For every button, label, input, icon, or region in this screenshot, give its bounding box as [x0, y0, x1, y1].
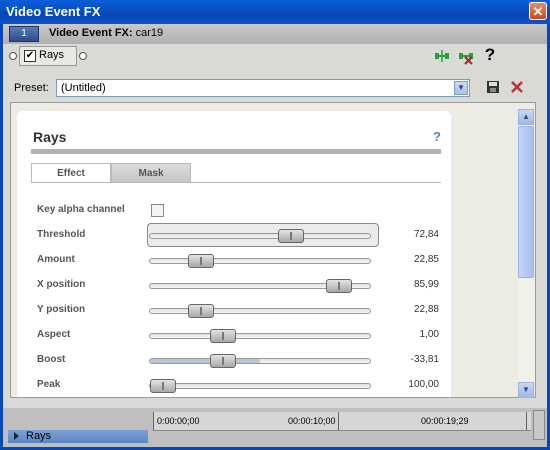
param-label: Peak: [37, 379, 61, 390]
slider-thumb[interactable]: [277, 229, 304, 243]
y-position-slider[interactable]: [149, 304, 371, 318]
param-boost: Boost -33,81: [37, 351, 447, 371]
param-value[interactable]: 1,00: [420, 329, 439, 340]
expand-triangle-icon[interactable]: [14, 432, 19, 440]
slider-thumb[interactable]: [209, 354, 236, 368]
fx-enable-checkbox[interactable]: ✔: [24, 50, 36, 62]
fx-panel-container: Rays ? Effect Mask Key alpha channel Thr…: [10, 102, 536, 398]
slider-thumb[interactable]: [326, 279, 353, 293]
param-threshold: Threshold 72,84: [37, 223, 447, 247]
key-alpha-checkbox[interactable]: [151, 204, 164, 217]
param-label: Amount: [37, 254, 75, 265]
help-icon[interactable]: ?: [481, 46, 499, 64]
fx-panel: Rays ? Effect Mask Key alpha channel Thr…: [17, 111, 451, 397]
tab-mask[interactable]: Mask: [111, 163, 191, 183]
param-amount: Amount 22,85: [37, 251, 447, 271]
param-y-position: Y position 22,88: [37, 301, 447, 321]
resize-grip-icon[interactable]: [533, 410, 545, 440]
ruler-label-end: 00:00:19;29: [421, 416, 469, 426]
vertical-scrollbar[interactable]: ▲ ▼: [518, 109, 534, 398]
timeline-track-header[interactable]: Rays: [8, 430, 148, 443]
param-label: X position: [37, 279, 86, 290]
slider-thumb[interactable]: [150, 379, 176, 393]
param-peak: Peak 100,00: [37, 376, 447, 396]
plugin-chain-icon[interactable]: [433, 47, 451, 65]
peak-slider[interactable]: [149, 379, 371, 393]
preset-label: Preset:: [14, 82, 49, 94]
param-value[interactable]: 72,84: [414, 229, 439, 240]
param-label: Y position: [37, 304, 86, 315]
panel-title: Rays: [33, 129, 67, 145]
param-label: Key alpha channel: [37, 204, 125, 215]
param-aspect: Aspect 1,00: [37, 326, 447, 346]
keyframe-timeline: Rays 0:00:00;00 00:00:10;00 00:00:19;29: [3, 408, 547, 447]
header-bar: 1 Video Event FX: car19: [3, 24, 547, 44]
preset-row: Preset: (Untitled) ▼: [10, 76, 540, 100]
header-label: Video Event FX: car19: [49, 27, 163, 39]
param-x-position: X position 85,99: [37, 276, 447, 296]
param-value[interactable]: -33,81: [411, 354, 439, 365]
event-number-button[interactable]: 1: [9, 26, 39, 42]
header-label-name: car19: [132, 27, 164, 39]
slider-thumb[interactable]: [187, 304, 214, 318]
fx-chain-item-rays[interactable]: ✔ Rays: [19, 46, 77, 66]
x-position-slider[interactable]: [149, 279, 371, 293]
slider-thumb[interactable]: [209, 329, 236, 343]
ruler-tick: [153, 412, 154, 430]
close-button[interactable]: ✕: [529, 2, 547, 20]
panel-divider: [31, 149, 441, 154]
param-label: Threshold: [37, 229, 86, 240]
param-value[interactable]: 22,85: [414, 254, 439, 265]
param-key-alpha-channel: Key alpha channel: [37, 201, 447, 221]
chevron-down-icon[interactable]: ▼: [454, 81, 468, 95]
remove-plugin-icon[interactable]: [457, 47, 475, 65]
window-title: Video Event FX: [6, 4, 101, 19]
tab-underline: [31, 182, 441, 183]
panel-help-icon[interactable]: ?: [433, 129, 441, 144]
chain-end-node: [79, 52, 87, 60]
window-titlebar: Video Event FX ✕: [0, 0, 550, 24]
ruler-tick: [526, 412, 527, 430]
timeline-ruler[interactable]: 0:00:00;00 00:00:10;00 00:00:19;29: [153, 412, 531, 431]
param-value[interactable]: 85,99: [414, 279, 439, 290]
preset-value: (Untitled): [61, 82, 106, 94]
scrollbar-thumb[interactable]: [518, 126, 534, 278]
scroll-up-icon[interactable]: ▲: [518, 109, 534, 125]
preset-select[interactable]: (Untitled) ▼: [56, 79, 470, 97]
ruler-tick: [338, 412, 339, 430]
delete-icon[interactable]: [508, 79, 526, 97]
header-label-bold: Video Event FX:: [49, 27, 133, 39]
param-value[interactable]: 22,88: [414, 304, 439, 315]
ruler-label-start: 0:00:00;00: [157, 416, 200, 426]
slider-fill: [150, 359, 260, 363]
amount-slider[interactable]: [149, 254, 371, 268]
param-label: Aspect: [37, 329, 71, 340]
param-label: Boost: [37, 354, 66, 365]
save-icon[interactable]: [484, 79, 502, 97]
boost-slider[interactable]: [149, 354, 371, 368]
timeline-track-label: Rays: [26, 430, 52, 442]
aspect-slider[interactable]: [149, 329, 371, 343]
chain-start-node: [9, 52, 17, 60]
tab-effect[interactable]: Effect: [31, 163, 111, 183]
ruler-label-mid: 00:00:10;00: [288, 416, 336, 426]
scroll-down-icon[interactable]: ▼: [518, 382, 534, 398]
fx-chain-label: Rays: [39, 49, 65, 61]
param-value[interactable]: 100,00: [408, 379, 439, 390]
slider-thumb[interactable]: [187, 254, 214, 268]
fx-chain-row: ✔ Rays ?: [3, 44, 547, 68]
threshold-slider[interactable]: [149, 229, 371, 243]
